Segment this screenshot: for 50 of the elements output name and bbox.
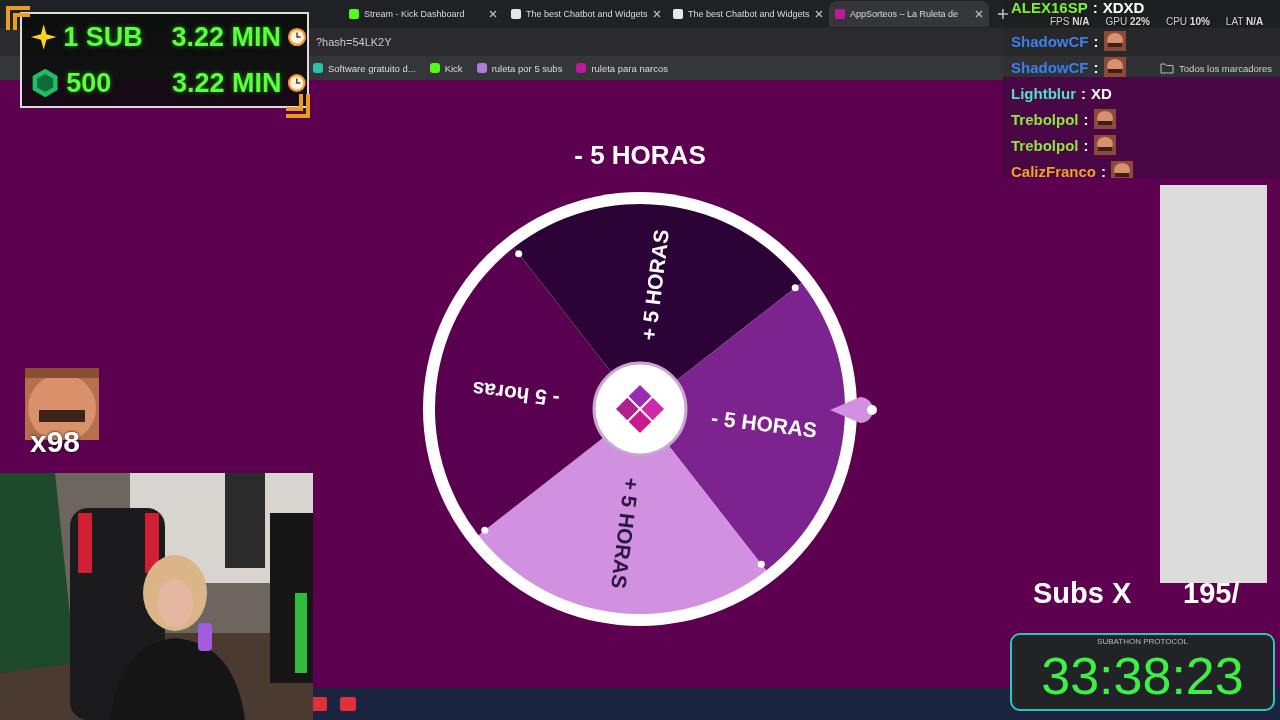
goal-amount: 1 SUB xyxy=(63,21,144,53)
bookmark[interactable]: Kick xyxy=(429,62,463,74)
chat-username: Lightblur xyxy=(1011,84,1076,102)
folder-icon xyxy=(1160,62,1175,74)
gem-icon xyxy=(30,66,61,100)
chat-username: CalizFranco xyxy=(1011,162,1097,178)
browser-tab[interactable]: Stream - Kick Dashboard xyxy=(343,1,503,27)
sparkle-icon xyxy=(30,22,58,52)
new-tab-icon[interactable] xyxy=(997,8,1009,20)
subs-count: 195/ xyxy=(1183,577,1240,610)
goal-amount: 500 xyxy=(66,67,113,99)
prize-wheel[interactable]: + 5 HORAS - 5 HORAS + 5 HORAS - 5 horas xyxy=(420,189,860,629)
chat-message: XD xyxy=(1091,84,1112,102)
wheel-result: - 5 HORAS xyxy=(574,140,706,171)
chat-username: Trebolpol xyxy=(1011,136,1079,154)
browser-tab[interactable]: The best Chatbot and Widgets xyxy=(667,1,827,27)
chat-separator: : xyxy=(1092,0,1098,16)
stat-label: FPS N/A xyxy=(1050,16,1090,27)
chat-separator: : xyxy=(1101,162,1107,178)
close-icon[interactable] xyxy=(975,10,983,18)
chat-username: ShadowCF xyxy=(1011,32,1089,50)
chat-separator: : xyxy=(1083,110,1089,128)
bookmark[interactable]: ruleta por 5 subs xyxy=(476,62,563,74)
stat-label: CPU 10% xyxy=(1165,16,1210,27)
chat-separator: : xyxy=(1081,84,1086,102)
address-field[interactable]: ?hash=54LK2Y xyxy=(316,36,392,48)
bookmark[interactable]: Software gratuito d... xyxy=(313,62,416,74)
timer-title: SUBATHON PROTOCOL xyxy=(1097,637,1188,646)
bookmark[interactable]: ruleta para narcos xyxy=(576,62,668,74)
subs-label: Subs X xyxy=(1033,577,1132,610)
chat-username: Trebolpol xyxy=(1011,110,1079,128)
browser-tab[interactable]: The best Chatbot and Widgets xyxy=(505,1,665,27)
stat-label: GPU 22% xyxy=(1105,16,1150,27)
chat-separator: : xyxy=(1093,32,1099,50)
browser-tab[interactable]: AppSorteos – La Ruleta de xyxy=(829,1,989,27)
goal-time: 3.22 MIN xyxy=(171,21,281,53)
clock-icon xyxy=(286,26,307,48)
timer-value: 33:38:23 xyxy=(1041,646,1244,706)
close-icon[interactable] xyxy=(489,10,497,18)
chat-username: ALEX16SP xyxy=(1011,0,1088,16)
chat-separator: : xyxy=(1093,58,1099,76)
bookmarks-folder[interactable]: Todos los marcadores xyxy=(1160,62,1272,74)
chat-message: XDXD xyxy=(1102,0,1145,16)
chat-separator: : xyxy=(1083,136,1089,154)
clock-icon xyxy=(287,72,307,94)
stat-label: LAT N/A xyxy=(1225,16,1264,27)
close-icon[interactable] xyxy=(814,10,823,18)
goal-time: 3.22 MIN xyxy=(171,67,282,99)
close-icon[interactable] xyxy=(652,10,661,18)
chat-username: ShadowCF xyxy=(1011,58,1089,76)
